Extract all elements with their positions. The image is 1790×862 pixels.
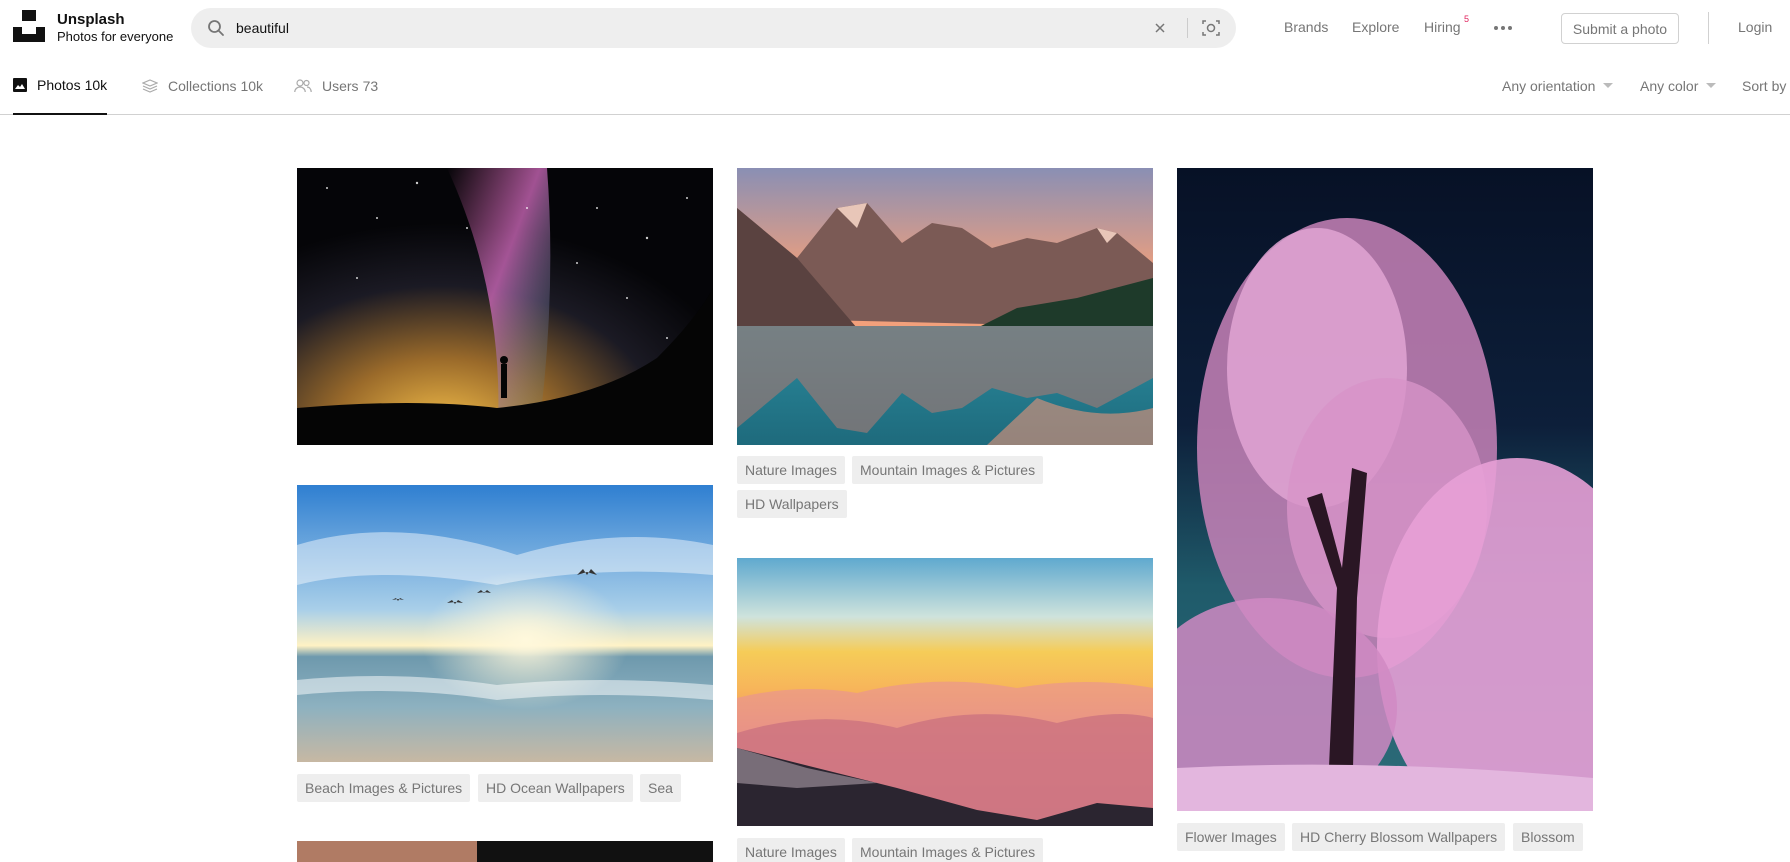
tag-chip[interactable]: Beach Images & Pictures [297, 774, 471, 802]
partial-photo-image [297, 841, 713, 862]
photo-beach-sunset[interactable] [297, 485, 713, 762]
mountain-lake-image [737, 168, 1153, 445]
unsplash-logo-icon[interactable] [13, 10, 45, 42]
photo-mountain-lake[interactable] [737, 168, 1153, 445]
nav-explore-link[interactable]: Explore [1352, 19, 1399, 35]
top-header: Unsplash Photos for everyone Brands Expl… [0, 0, 1790, 56]
tag-chip[interactable]: HD Cherry Blossom Wallpapers [1292, 823, 1506, 851]
tab-collections[interactable]: Collections 10k [142, 56, 263, 115]
tab-users-label: Users [322, 77, 359, 94]
tab-users[interactable]: Users 73 [294, 56, 378, 115]
brand-tagline: Photos for everyone [57, 29, 174, 44]
tab-users-count: 73 [362, 77, 379, 94]
chevron-down-icon [1603, 83, 1614, 88]
tab-collections-count: 10k [240, 77, 264, 94]
result-tabs: Photos 10k Collections 10k Users 73 Any … [0, 56, 1790, 115]
tag-chip[interactable]: Nature Images [737, 838, 845, 862]
cherry-blossom-image [1177, 168, 1593, 811]
hiring-badge: 5 [1464, 14, 1470, 24]
photo-milky-way[interactable] [297, 168, 713, 445]
users-icon [294, 78, 312, 92]
pastel-mountains-image [737, 558, 1153, 826]
submit-photo-button[interactable]: Submit a photo [1561, 13, 1679, 44]
more-options-icon[interactable] [1492, 18, 1514, 38]
nav-hiring-link[interactable]: Hiring [1424, 19, 1461, 35]
sort-filter[interactable]: Sort by [1742, 56, 1786, 115]
tab-photos-count: 10k [84, 76, 108, 93]
orientation-filter-label: Any orientation [1502, 77, 1596, 94]
sort-filter-label: Sort by [1742, 77, 1787, 94]
photo-partial[interactable] [297, 841, 713, 862]
search-divider [1187, 18, 1188, 38]
image-icon [13, 77, 27, 92]
photo-pastel-mountains[interactable] [737, 558, 1153, 826]
tag-chip[interactable]: Blossom [1513, 823, 1583, 851]
stack-icon [142, 78, 158, 93]
search-icon[interactable] [207, 19, 225, 37]
milky-way-image [297, 168, 713, 445]
tag-chip[interactable]: Mountain Images & Pictures [852, 456, 1044, 484]
chevron-down-icon [1706, 83, 1717, 88]
brand-name[interactable]: Unsplash [57, 11, 125, 28]
header-divider [1708, 12, 1709, 44]
tab-photos[interactable]: Photos 10k [13, 56, 108, 115]
tag-chip[interactable]: Nature Images [737, 456, 845, 484]
tag-chip[interactable]: HD Ocean Wallpapers [478, 774, 633, 802]
tag-chip[interactable]: Mountain Images & Pictures [852, 838, 1044, 862]
clear-search-icon[interactable] [1151, 19, 1169, 37]
color-filter-label: Any color [1640, 77, 1699, 94]
tag-chip[interactable]: Flower Images [1177, 823, 1285, 851]
visual-search-icon[interactable] [1201, 18, 1221, 38]
tab-photos-label: Photos [37, 76, 81, 93]
orientation-filter[interactable]: Any orientation [1502, 56, 1614, 115]
login-link[interactable]: Login [1738, 19, 1772, 35]
tag-chip[interactable]: HD Wallpapers [737, 490, 847, 518]
color-filter[interactable]: Any color [1640, 56, 1717, 115]
tab-collections-label: Collections [168, 77, 237, 94]
search-bar [191, 8, 1236, 48]
beach-sunset-image [297, 485, 713, 762]
nav-brands-link[interactable]: Brands [1284, 19, 1328, 35]
photo-cherry-blossom[interactable] [1177, 168, 1593, 811]
search-input[interactable] [236, 16, 1136, 40]
tag-chip[interactable]: Sea [640, 774, 681, 802]
